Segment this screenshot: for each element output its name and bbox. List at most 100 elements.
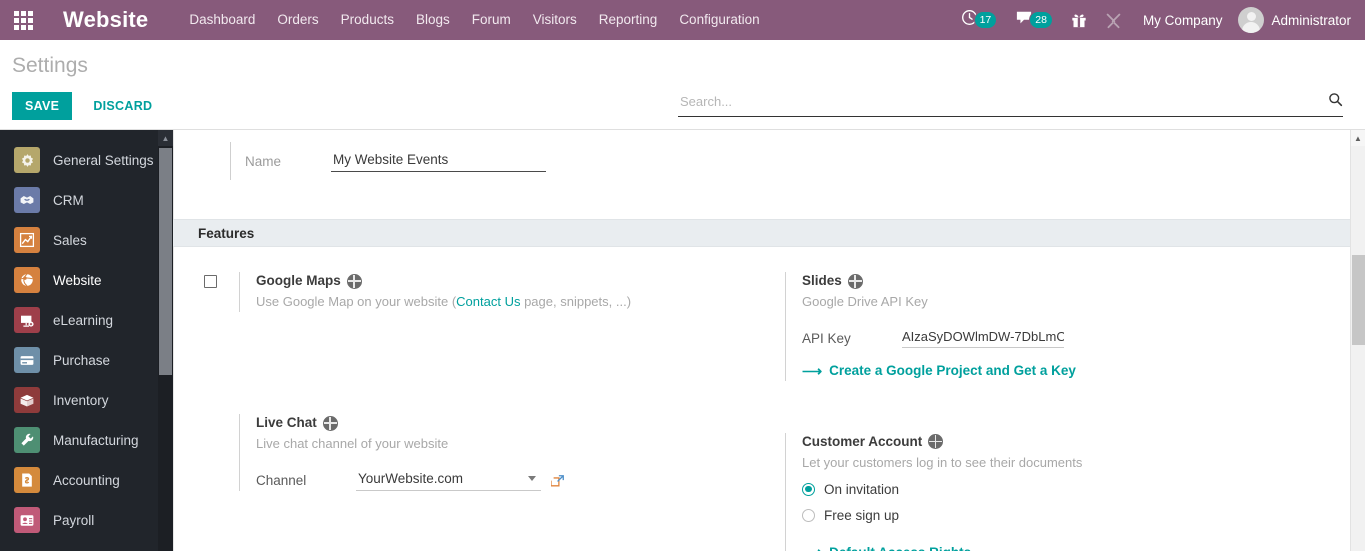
contact-us-link[interactable]: Contact Us bbox=[456, 294, 520, 309]
chart-growth-icon bbox=[14, 227, 40, 253]
settings-scrollbar[interactable]: ▲ bbox=[1350, 130, 1365, 551]
search-input[interactable] bbox=[678, 93, 1328, 113]
apps-grid-icon[interactable] bbox=[0, 0, 46, 40]
sidebar-item-website[interactable]: Website bbox=[0, 260, 173, 300]
google-maps-checkbox[interactable] bbox=[204, 275, 217, 288]
search-icon[interactable] bbox=[1328, 92, 1343, 114]
menu-item-forum[interactable]: Forum bbox=[461, 1, 522, 39]
sidebar-item-crm[interactable]: CRM bbox=[0, 180, 173, 220]
presentation-icon bbox=[14, 307, 40, 333]
user-menu[interactable]: Administrator bbox=[1234, 7, 1357, 33]
customer-account-title-row: Customer Account bbox=[802, 433, 1365, 451]
radio-on-invitation-input[interactable] bbox=[802, 482, 815, 496]
sidebar-list: General Settings CRM Sales Website eLear… bbox=[0, 130, 173, 540]
employee-card-icon bbox=[14, 507, 40, 533]
sidebar-item-sales[interactable]: Sales bbox=[0, 220, 173, 260]
wrench-tools-icon[interactable] bbox=[1096, 0, 1131, 40]
menu-item-products[interactable]: Products bbox=[330, 1, 405, 39]
company-switcher[interactable]: My Company bbox=[1131, 13, 1235, 28]
settings-pane: Name Features Google Maps bbox=[173, 130, 1365, 551]
messages-menu[interactable]: 28 bbox=[1006, 0, 1062, 40]
arrow-right-icon: ⟶ bbox=[802, 362, 823, 379]
activities-menu[interactable]: 17 bbox=[952, 0, 1007, 40]
default-access-rights-link[interactable]: ⟶ Default Access Rights bbox=[802, 545, 971, 551]
create-google-project-link[interactable]: ⟶ Create a Google Project and Get a Key bbox=[802, 363, 1076, 378]
google-maps-description: Use Google Map on your website (Contact … bbox=[256, 293, 769, 310]
radio-free-sign-up-label: Free sign up bbox=[824, 507, 900, 523]
activities-count-badge: 17 bbox=[973, 10, 998, 30]
wrench-icon bbox=[14, 427, 40, 453]
default-access-rights-label: Default Access Rights bbox=[829, 545, 971, 551]
name-field-label: Name bbox=[245, 153, 282, 169]
control-panel-buttons: SAVE DISCARD bbox=[12, 92, 165, 120]
menu-item-reporting[interactable]: Reporting bbox=[588, 1, 669, 39]
api-key-row: API Key bbox=[802, 328, 1365, 348]
slides-description: Google Drive API Key bbox=[802, 294, 928, 309]
google-maps-desc-suffix: page, snippets, ...) bbox=[520, 294, 632, 309]
slides-title-row: Slides bbox=[802, 272, 1365, 290]
settings-scrollbar-thumb[interactable] bbox=[1352, 255, 1365, 345]
customer-account-description: Let your customers log in to see their d… bbox=[802, 454, 1083, 470]
sidebar-item-label: Inventory bbox=[53, 392, 109, 408]
save-button[interactable]: SAVE bbox=[12, 92, 73, 120]
sidebar-item-label: Website bbox=[53, 272, 102, 288]
sidebar-item-payroll[interactable]: Payroll bbox=[0, 500, 173, 540]
globe-pin-icon bbox=[14, 267, 40, 293]
radio-free-sign-up[interactable]: Free sign up bbox=[802, 508, 1365, 523]
app-brand-title[interactable]: Website bbox=[63, 7, 148, 33]
settings-sidebar: General Settings CRM Sales Website eLear… bbox=[0, 130, 173, 551]
globe-icon bbox=[322, 415, 338, 431]
name-input[interactable] bbox=[331, 150, 546, 172]
globe-icon bbox=[346, 273, 362, 289]
setting-divider bbox=[239, 272, 240, 312]
google-maps-title-row: Google Maps bbox=[256, 272, 769, 290]
menu-item-configuration[interactable]: Configuration bbox=[668, 1, 770, 39]
sidebar-item-manufacturing[interactable]: Manufacturing bbox=[0, 420, 173, 460]
setting-live-chat: Live Chat Live chat channel of your webs… bbox=[204, 414, 769, 517]
radio-on-invitation[interactable]: On invitation bbox=[802, 482, 1365, 497]
sidebar-item-general-settings[interactable]: General Settings bbox=[0, 140, 173, 180]
sidebar-item-label: CRM bbox=[53, 192, 84, 208]
google-maps-title: Google Maps bbox=[256, 273, 341, 288]
chevron-up-icon[interactable]: ▲ bbox=[158, 130, 173, 146]
sidebar-item-inventory[interactable]: Inventory bbox=[0, 380, 173, 420]
setting-divider bbox=[239, 414, 240, 491]
features-column-left: Google Maps Use Google Map on your websi… bbox=[173, 272, 769, 551]
menu-item-blogs[interactable]: Blogs bbox=[405, 1, 461, 39]
systray: 17 28 My Company Administrator bbox=[952, 0, 1357, 40]
external-link-icon[interactable] bbox=[551, 474, 565, 488]
features-grid: Google Maps Use Google Map on your websi… bbox=[173, 247, 1365, 551]
sidebar-item-label: General Settings bbox=[53, 152, 154, 168]
gear-icon bbox=[14, 147, 40, 173]
radio-on-invitation-label: On invitation bbox=[824, 481, 900, 497]
invoice-dollar-icon bbox=[14, 467, 40, 493]
channel-select[interactable]: YourWebsite.com bbox=[356, 470, 541, 491]
sidebar-item-label: Manufacturing bbox=[53, 432, 139, 448]
sidebar-item-accounting[interactable]: Accounting bbox=[0, 460, 173, 500]
chevron-up-icon[interactable]: ▲ bbox=[1351, 130, 1365, 146]
gift-icon[interactable] bbox=[1062, 0, 1096, 40]
globe-icon bbox=[928, 434, 944, 449]
sidebar-item-purchase[interactable]: Purchase bbox=[0, 340, 173, 380]
menu-item-visitors[interactable]: Visitors bbox=[522, 1, 588, 39]
setting-divider bbox=[785, 272, 786, 381]
radio-free-sign-up-input[interactable] bbox=[802, 508, 815, 522]
sidebar-item-elearning[interactable]: eLearning bbox=[0, 300, 173, 340]
sidebar-scrollbar-thumb[interactable] bbox=[159, 148, 172, 375]
sidebar-scrollbar[interactable]: ▲ bbox=[158, 130, 173, 551]
channel-select-wrap: YourWebsite.com bbox=[356, 470, 541, 491]
setting-divider bbox=[785, 432, 786, 551]
live-chat-title: Live Chat bbox=[256, 415, 317, 430]
features-section-title: Features bbox=[198, 225, 255, 241]
discard-button[interactable]: DISCARD bbox=[80, 92, 165, 120]
menu-item-dashboard[interactable]: Dashboard bbox=[178, 1, 266, 39]
setting-google-maps: Google Maps Use Google Map on your websi… bbox=[204, 272, 769, 338]
menu-item-orders[interactable]: Orders bbox=[266, 1, 329, 39]
user-avatar-icon bbox=[1238, 7, 1265, 33]
setting-slides: Slides Google Drive API Key API Key ⟶ Cr… bbox=[785, 272, 1365, 407]
arrow-right-icon: ⟶ bbox=[802, 545, 822, 551]
sidebar-item-label: Sales bbox=[53, 232, 87, 248]
control-panel: Settings SAVE DISCARD bbox=[0, 40, 1365, 130]
api-key-input[interactable] bbox=[902, 328, 1064, 348]
api-key-label: API Key bbox=[802, 330, 851, 346]
